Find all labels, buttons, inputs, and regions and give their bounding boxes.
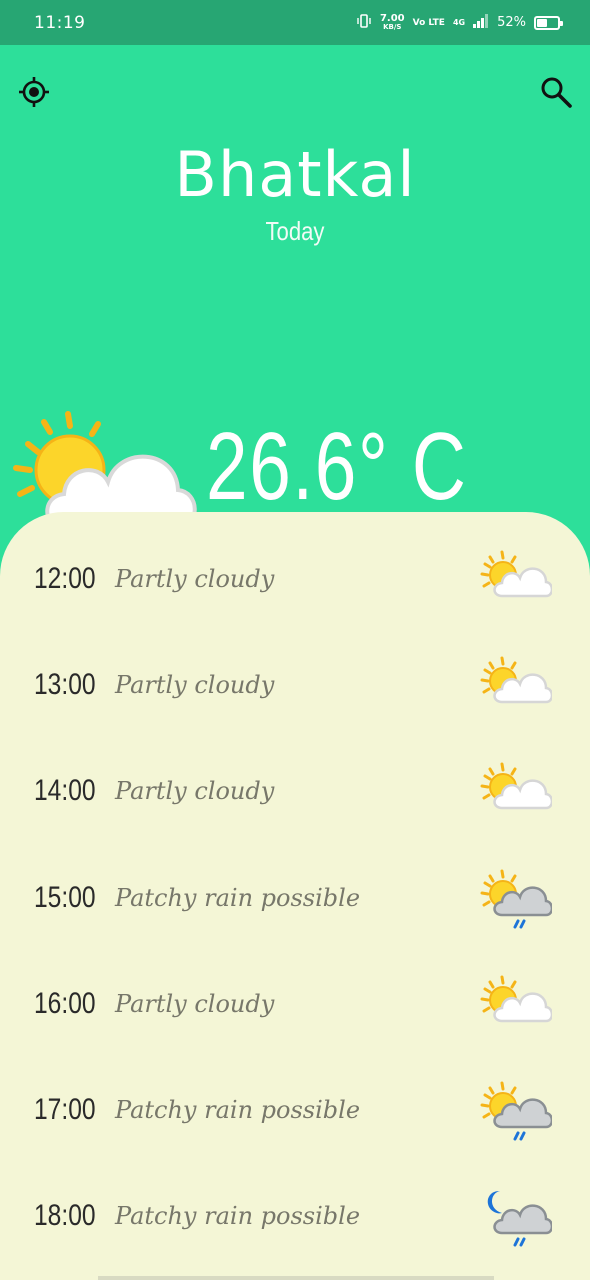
battery-percent: 52%	[497, 15, 526, 30]
partly-cloudy-icon	[8, 408, 198, 528]
partly-cloudy-icon	[478, 550, 554, 614]
hourly-time: 14:00	[34, 774, 96, 808]
patchy-rain-day-icon	[478, 1081, 554, 1145]
hourly-time: 15:00	[34, 880, 96, 914]
status-time: 11:19	[34, 12, 86, 33]
battery-fill	[537, 18, 548, 27]
hourly-list: 12:00 Partly cloudy 13:00 Partly cloudy 14…	[0, 526, 590, 1269]
day-label: Today	[265, 216, 325, 246]
hourly-time: 18:00	[34, 1199, 96, 1233]
vibrate-icon	[356, 13, 372, 32]
hourly-forecast-sheet: 12:00 Partly cloudy 13:00 Partly cloudy 14…	[0, 512, 590, 1280]
hourly-condition: Patchy rain possible	[115, 883, 361, 912]
hourly-row[interactable]: 15:00 Patchy rain possible	[0, 845, 590, 951]
hourly-row[interactable]: 13:00 Partly cloudy	[0, 632, 590, 738]
partly-cloudy-icon	[478, 975, 554, 1039]
hourly-time: 13:00	[34, 668, 96, 702]
location-crosshair-icon[interactable]	[14, 72, 54, 112]
hourly-condition: Partly cloudy	[115, 671, 275, 700]
hourly-time: 16:00	[34, 986, 96, 1020]
hourly-condition: Partly cloudy	[115, 565, 275, 594]
hourly-row[interactable]: 16:00 Partly cloudy	[0, 951, 590, 1057]
hourly-condition: Partly cloudy	[115, 989, 275, 1018]
network-speed: 7.00 KB/S	[379, 12, 405, 31]
patchy-rain-night-icon	[478, 1187, 554, 1251]
current-temperature: 26.6° C	[206, 413, 468, 520]
bottom-divider	[98, 1276, 494, 1280]
hourly-row[interactable]: 12:00 Partly cloudy	[0, 526, 590, 632]
signal-icon	[473, 14, 489, 31]
partly-cloudy-icon	[478, 762, 554, 826]
network-type: 4G	[452, 18, 466, 27]
hourly-condition: Patchy rain possible	[115, 1096, 361, 1125]
volte-indicator: Vo LTE	[412, 17, 445, 28]
hourly-condition: Patchy rain possible	[115, 1202, 361, 1231]
hourly-row[interactable]: 18:00 Patchy rain possible	[0, 1163, 590, 1269]
hourly-condition: Partly cloudy	[115, 777, 275, 806]
status-bar: 11:19 7.00 KB/S Vo LTE 4G 52%	[0, 0, 590, 45]
hourly-row[interactable]: 17:00 Patchy rain possible	[0, 1057, 590, 1163]
hourly-time: 12:00	[34, 562, 96, 596]
hourly-time: 17:00	[34, 1093, 96, 1127]
partly-cloudy-icon	[478, 656, 554, 720]
search-icon[interactable]	[536, 72, 576, 112]
status-indicators: 7.00 KB/S Vo LTE 4G 52%	[356, 12, 563, 32]
battery-icon	[534, 15, 563, 30]
hourly-row[interactable]: 14:00 Partly cloudy	[0, 738, 590, 844]
city-name: Bhatkal	[174, 138, 416, 211]
patchy-rain-day-icon	[478, 869, 554, 933]
